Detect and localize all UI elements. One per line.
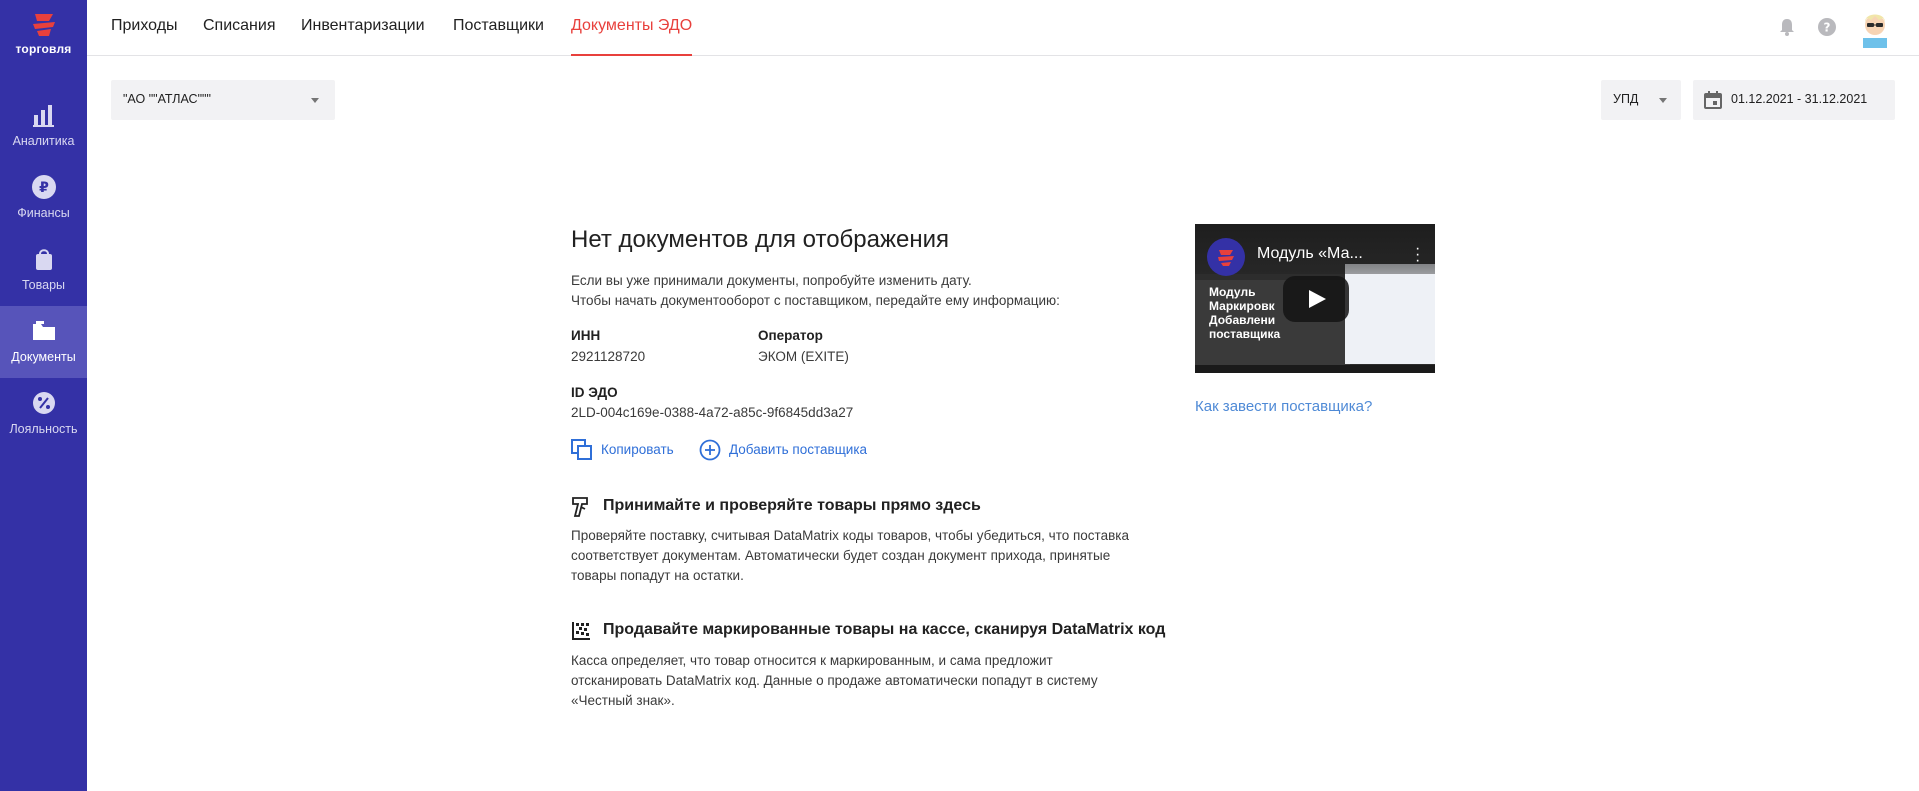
section-sell-text-3: «Честный знак». [571, 693, 675, 708]
doc-type-select[interactable]: УПД [1601, 80, 1681, 120]
inn-value: 2921128720 [571, 349, 646, 364]
add-supplier-label: Добавить поставщика [729, 442, 868, 457]
video-player[interactable]: Модуль Маркировк Добавлени поставщика Мо… [1195, 224, 1435, 373]
copy-label: Копировать [601, 442, 674, 457]
video-caption-line: Модуль [1209, 285, 1256, 299]
date-range-value: 01.12.2021 - 31.12.2021 [1731, 92, 1868, 106]
doc-type-value: УПД [1613, 92, 1639, 106]
edo-id-value: 2LD-004c169e-0388-4a72-a85c-9f6845dd3a27 [571, 405, 854, 420]
video-title[interactable]: Модуль «Ма... [1257, 245, 1363, 263]
operator-label: Оператор [758, 328, 823, 343]
tab-inventory[interactable]: Инвентаризации [301, 17, 425, 56]
section-receive-heading: Принимайте и проверяйте товары прямо зде… [603, 497, 981, 514]
section-receive-text-1: Проверяйте поставку, считывая DataMatrix… [571, 528, 1129, 543]
copy-button[interactable]: Копировать [571, 439, 681, 461]
more-vertical-icon[interactable]: · · · [1415, 241, 1420, 269]
section-receive-text-2: соответствует документам. Автоматически … [571, 548, 1111, 563]
app-logo[interactable]: торговля [0, 12, 87, 66]
discount-badge-icon [32, 392, 55, 414]
folder-icon [32, 321, 55, 340]
section-sell-text-2: отсканировать DataMatrix код. Данные о п… [571, 673, 1098, 688]
ruble-icon: ₽ [31, 175, 56, 199]
empty-state-hint-2: Чтобы начать документооборот с поставщик… [571, 293, 1060, 308]
empty-state-title: Нет документов для отображения [571, 226, 950, 253]
sidebar-item-label: Лояльность [9, 422, 78, 436]
tab-suppliers[interactable]: Поставщики [453, 17, 544, 56]
datamatrix-icon [572, 622, 590, 640]
svg-text:₽: ₽ [39, 180, 49, 196]
sidebar-item-label: Финансы [17, 206, 70, 220]
calendar-icon [1704, 91, 1722, 109]
operator-value: ЭКОМ (EXITE) [758, 349, 849, 364]
organization-value: "АО ""АТЛАС""" [123, 92, 211, 106]
sidebar-item-finance[interactable]: ₽ Финансы [0, 162, 87, 234]
logo-icon [32, 14, 55, 36]
section-receive-text-3: товары попадут на остатки. [571, 568, 744, 583]
organization-select[interactable]: "АО ""АТЛАС""" [111, 80, 335, 120]
video-caption: Модуль Маркировк Добавлени поставщика [1209, 285, 1280, 341]
tab-arrivals[interactable]: Приходы [111, 17, 178, 56]
sidebar-item-loyalty[interactable]: Лояльность [0, 378, 87, 450]
add-supplier-button[interactable]: Добавить поставщика [699, 439, 879, 461]
sidebar: торговля Аналитика ₽ Финансы Товары Доку… [0, 0, 87, 791]
sidebar-item-analytics[interactable]: Аналитика [0, 90, 87, 162]
bell-icon[interactable] [1777, 17, 1797, 37]
empty-state-hint-1: Если вы уже принимали документы, попробу… [571, 273, 972, 288]
chevron-down-icon [1659, 98, 1667, 103]
help-add-supplier-link[interactable]: Как завести поставщика? [1195, 398, 1372, 415]
video-caption-line: Маркировк [1209, 299, 1275, 313]
date-range-picker[interactable]: 01.12.2021 - 31.12.2021 [1693, 80, 1895, 120]
help-icon[interactable]: ? [1817, 17, 1837, 37]
video-thumbnail-right [1345, 264, 1435, 364]
inn-label: ИНН [571, 328, 601, 343]
logo-icon [1218, 250, 1234, 266]
edo-id-label: ID ЭДО [571, 385, 618, 400]
scanner-icon [572, 497, 588, 517]
sidebar-item-products[interactable]: Товары [0, 234, 87, 306]
copy-icon [571, 439, 592, 460]
section-sell-heading: Продавайте маркированные товары на кассе… [603, 621, 1166, 638]
bar-chart-icon [32, 105, 54, 127]
avatar[interactable] [1857, 8, 1893, 48]
play-icon[interactable] [1283, 276, 1349, 322]
video-caption-line: поставщика [1209, 327, 1281, 341]
video-progress-bar [1195, 365, 1435, 373]
svg-text:?: ? [1824, 21, 1831, 35]
section-sell-text-1: Касса определяет, что товар относится к … [571, 653, 1053, 668]
sidebar-item-documents[interactable]: Документы [0, 306, 87, 378]
sidebar-item-label: Товары [22, 278, 65, 292]
tab-edo-documents[interactable]: Документы ЭДО [571, 17, 693, 56]
video-channel-avatar[interactable] [1207, 238, 1245, 276]
sidebar-item-label: Аналитика [12, 134, 75, 148]
sidebar-item-label: Документы [11, 350, 76, 364]
top-nav: Приходы Списания Инвентаризации Поставщи… [87, 0, 1919, 56]
video-caption-line: Добавлени [1209, 313, 1276, 327]
plus-circle-icon [699, 439, 721, 461]
chevron-down-icon [311, 98, 319, 103]
bag-icon [35, 249, 52, 270]
logo-text: торговля [15, 42, 72, 56]
tab-write-offs[interactable]: Списания [203, 17, 276, 56]
